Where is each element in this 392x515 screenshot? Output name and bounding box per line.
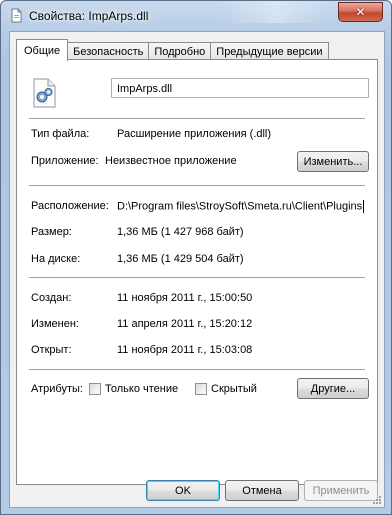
modified-label: Изменен: (31, 318, 79, 330)
change-button[interactable]: Изменить... (297, 151, 369, 172)
document-icon (11, 8, 22, 23)
file-type-value: Расширение приложения (.dll) (117, 128, 272, 140)
dialog-client: Общие Безопасность Подробно Предыдущие в… (9, 31, 385, 508)
divider (29, 185, 365, 186)
divider (29, 277, 365, 278)
other-attributes-button[interactable]: Другие... (297, 378, 369, 399)
dll-file-icon (33, 78, 56, 108)
file-name-value: ImpArps.dll (117, 83, 173, 95)
readonly-label[interactable]: Только чтение (105, 383, 178, 395)
close-icon: ✕ (355, 5, 366, 19)
disk-size-value: 1,36 МБ (1 429 504 байт) (117, 253, 244, 265)
window-title: Свойства: ImpArps.dll (29, 9, 149, 23)
size-value: 1,36 МБ (1 427 968 байт) (117, 226, 244, 238)
hidden-label[interactable]: Скрытый (211, 383, 257, 395)
file-name-field[interactable]: ImpArps.dll (111, 78, 369, 98)
application-label: Приложение: (31, 155, 99, 167)
accessed-label: Открыт: (31, 344, 72, 356)
resize-grip-icon[interactable] (372, 495, 382, 505)
disk-size-label: На диске: (31, 253, 81, 265)
tab-strip: Общие Безопасность Подробно Предыдущие в… (16, 39, 329, 61)
hidden-checkbox[interactable] (195, 383, 207, 395)
location-value[interactable]: D:\Program files\StroySoft\Smeta.ru\Clie… (117, 200, 365, 213)
ok-button[interactable]: OK (146, 480, 220, 501)
text-caret (363, 200, 365, 213)
location-label: Расположение: (31, 200, 109, 212)
divider (29, 118, 365, 119)
general-panel: ImpArps.dll Тип файла: Расширение прилож… (16, 59, 378, 485)
cancel-button[interactable]: Отмена (225, 480, 299, 501)
apply-button[interactable]: Применить (304, 480, 378, 501)
modified-value: 11 апреля 2011 г., 15:20:12 (117, 318, 253, 330)
close-button[interactable]: ✕ (338, 2, 383, 22)
created-value: 11 ноября 2011 г., 15:00:50 (117, 292, 253, 304)
attributes-label: Атрибуты: (31, 383, 83, 395)
created-label: Создан: (31, 292, 72, 304)
application-value: Неизвестное приложение (105, 155, 237, 167)
titlebar-glass (221, 1, 331, 23)
readonly-checkbox[interactable] (89, 383, 101, 395)
tab-general[interactable]: Общие (16, 39, 69, 61)
file-type-label: Тип файла: (31, 128, 90, 140)
properties-window: Свойства: ImpArps.dll ✕ Общие Безопаснос… (0, 0, 392, 515)
divider (29, 369, 365, 370)
accessed-value: 11 ноября 2011 г., 15:03:08 (117, 344, 253, 356)
dialog-footer: OK Отмена Применить (10, 480, 384, 507)
size-label: Размер: (31, 226, 72, 238)
